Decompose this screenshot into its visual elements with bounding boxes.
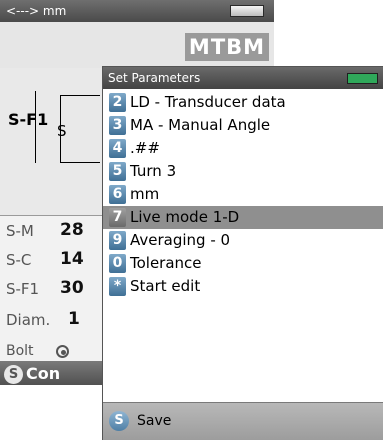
menu-item-label: .## [130, 139, 160, 157]
row-label: S-C [6, 251, 32, 269]
save-button[interactable]: Save [137, 412, 171, 431]
dialog-title: Set Parameters [108, 71, 201, 85]
menu-item-label: Averaging - 0 [130, 231, 231, 249]
key-badge: 6 [109, 185, 126, 204]
softkey-s-icon: S [4, 365, 23, 384]
row-label: S-F1 [6, 280, 40, 298]
menu-item-turn[interactable]: 5 Turn 3 [103, 160, 383, 183]
key-badge: 4 [109, 139, 126, 158]
row-value: 30 [60, 278, 84, 298]
background-title: <---> mm [6, 4, 67, 18]
key-badge: 0 [109, 254, 126, 273]
menu-item-tolerance[interactable]: 0 Tolerance [103, 252, 383, 275]
menu-item-live-mode[interactable]: 7 Live mode 1-D [103, 206, 383, 229]
menu-item-decimals[interactable]: 4 .## [103, 137, 383, 160]
menu-item-label: Start edit [130, 277, 201, 295]
diagram-label-s: S [57, 122, 67, 140]
menu-item-start-edit[interactable]: * Start edit [103, 275, 383, 298]
row-value: 28 [60, 220, 84, 240]
menu-item-unit[interactable]: 6 mm [103, 183, 383, 206]
menu-item-label: mm [130, 185, 160, 203]
dialog-title-bar: Set Parameters [103, 67, 383, 89]
row-label: S-M [6, 222, 34, 240]
key-badge: 3 [109, 116, 126, 135]
background-softkey-label: Con [26, 364, 61, 383]
menu-item-label: Turn 3 [130, 162, 177, 180]
key-badge: 7 [109, 208, 126, 227]
menu-item-label: Tolerance [130, 254, 202, 272]
menu-item-transducer-data[interactable]: 2 LD - Transducer data [103, 91, 383, 114]
menu-item-manual-angle[interactable]: 3 MA - Manual Angle [103, 114, 383, 137]
brand-label: MTBM [185, 33, 269, 61]
key-badge: 5 [109, 162, 126, 181]
key-badge: 9 [109, 231, 126, 250]
menu-item-averaging[interactable]: 9 Averaging - 0 [103, 229, 383, 252]
circle-dot-icon-center [61, 350, 66, 355]
battery-icon [230, 5, 264, 17]
diagram-label-sf1: S-F1 [8, 110, 49, 129]
row-label: Bolt [6, 343, 34, 359]
menu-item-label: Live mode 1-D [130, 208, 240, 226]
battery-icon [347, 73, 378, 84]
row-label: Diam. [6, 311, 51, 329]
key-badge: 2 [109, 93, 126, 112]
row-value: 1 [68, 309, 80, 329]
softkey-s-icon[interactable]: S [109, 411, 129, 431]
key-badge: * [109, 277, 126, 296]
menu-item-label: MA - Manual Angle [130, 116, 271, 134]
menu-item-label: LD - Transducer data [130, 93, 286, 111]
row-value: 14 [60, 249, 84, 269]
set-parameters-dialog: Set Parameters 2 LD - Transducer data 3 … [102, 66, 383, 440]
